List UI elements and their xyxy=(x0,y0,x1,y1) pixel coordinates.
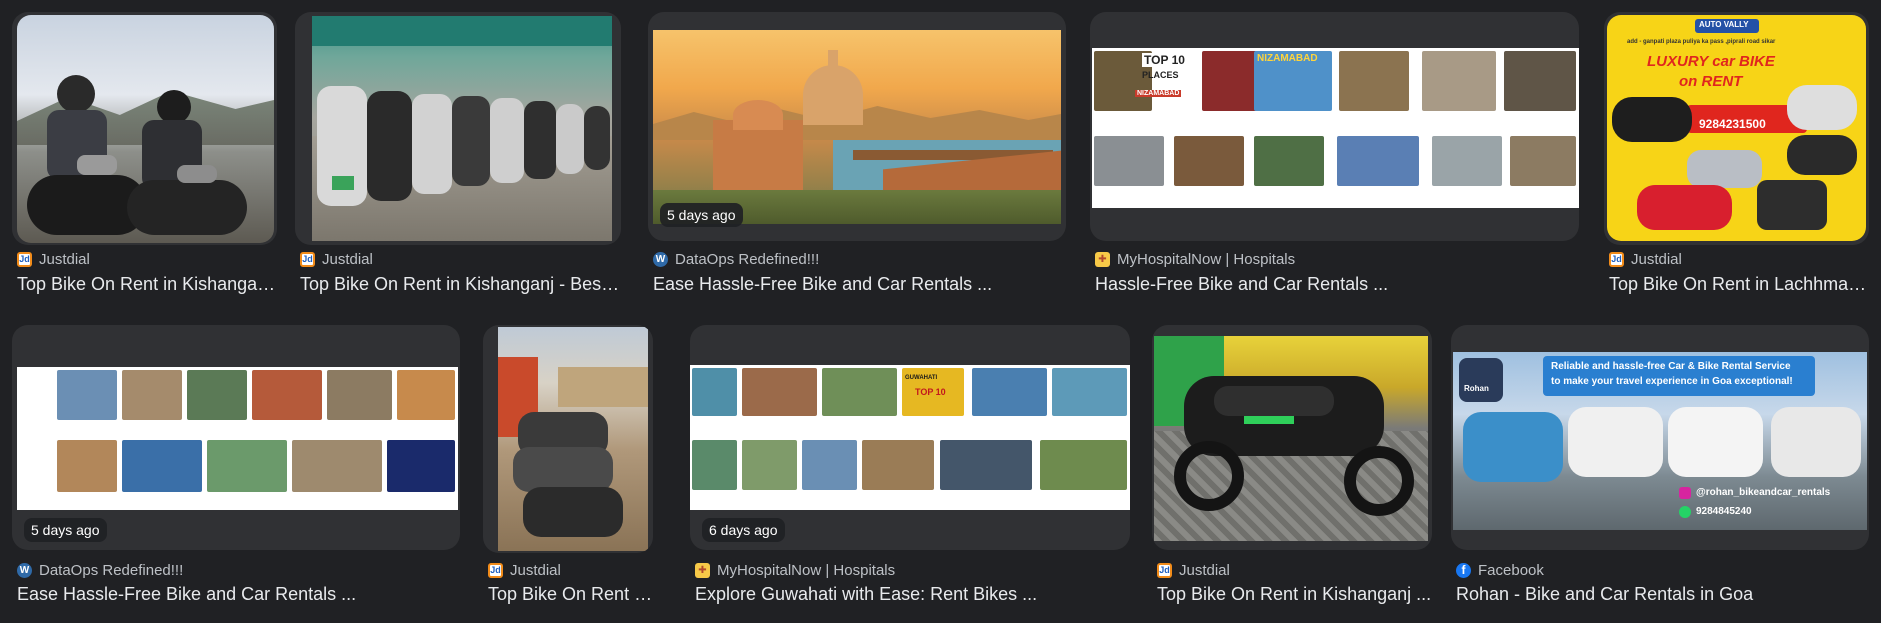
result-thumbnail[interactable]: GUWAHATI TOP 10 6 days ago xyxy=(690,325,1130,550)
image-results-grid: Jd Justdial Top Bike On Rent in Kishanga… xyxy=(0,0,1881,623)
scooters-row-image xyxy=(312,16,612,241)
result-title[interactable]: Top Bike On Rent in Kishanganj ... xyxy=(488,582,653,606)
source-name: Justdial xyxy=(1179,561,1230,579)
result-source: ✚ MyHospitalNow | Hospitals xyxy=(1095,249,1295,269)
source-name: MyHospitalNow | Hospitals xyxy=(1117,250,1296,268)
source-name: DataOps Redefined!!! xyxy=(39,561,184,579)
facebook-icon: f xyxy=(1456,562,1471,578)
source-name: Justdial xyxy=(510,561,561,579)
justdial-icon: Jd xyxy=(17,251,32,267)
result-thumbnail[interactable]: Rohan Reliable and hassle-free Car & Bik… xyxy=(1451,325,1869,550)
image-result-card[interactable]: AUTO VALLY add - ganpati plaza puliya ka… xyxy=(1604,12,1869,300)
rental-poster-image: AUTO VALLY add - ganpati plaza puliya ka… xyxy=(1607,15,1866,241)
result-thumbnail[interactable] xyxy=(483,325,653,553)
justdial-icon: Jd xyxy=(1609,251,1624,267)
source-name: Justdial xyxy=(1631,250,1682,268)
image-result-card[interactable]: TOP 10 PLACES NIZAMABAD NIZAMABAD ✚ MyHo… xyxy=(1090,12,1579,300)
motorcycle-image xyxy=(1154,336,1428,541)
source-name: Justdial xyxy=(322,250,373,268)
result-title[interactable]: Top Bike On Rent in Kishanganj ... xyxy=(1157,582,1432,606)
result-thumbnail[interactable]: 5 days ago xyxy=(12,325,460,550)
result-source: W DataOps Redefined!!! xyxy=(653,249,819,269)
age-badge: 6 days ago xyxy=(702,518,785,542)
result-thumbnail[interactable] xyxy=(295,12,621,245)
city-illustration-image xyxy=(653,30,1061,224)
image-result-card[interactable]: GUWAHATI TOP 10 6 days ago ✚ MyHospitalN… xyxy=(690,325,1130,613)
result-thumbnail[interactable] xyxy=(12,12,277,245)
result-source: Jd Justdial xyxy=(1157,560,1230,580)
result-source: Jd Justdial xyxy=(1609,249,1682,269)
car-rental-banner-image: Rohan Reliable and hassle-free Car & Bik… xyxy=(1453,352,1867,530)
wordpress-icon: W xyxy=(17,562,32,578)
justdial-icon: Jd xyxy=(1157,562,1172,578)
image-result-card[interactable]: Jd Justdial Top Bike On Rent in Kishanga… xyxy=(295,12,621,300)
result-title[interactable]: Ease Hassle-Free Bike and Car Rentals ..… xyxy=(17,582,457,606)
myhospitalnow-icon: ✚ xyxy=(695,562,710,578)
result-source: Jd Justdial xyxy=(300,249,373,269)
result-title[interactable]: Top Bike On Rent in Kishanganj - Best ..… xyxy=(17,272,277,296)
justdial-icon: Jd xyxy=(488,562,503,578)
result-source: Jd Justdial xyxy=(488,560,561,580)
result-title[interactable]: Top Bike On Rent in Kishanganj - Best ..… xyxy=(300,272,620,296)
source-name: MyHospitalNow | Hospitals xyxy=(717,561,896,579)
source-name: Facebook xyxy=(1478,561,1544,579)
image-result-card[interactable]: Jd Justdial Top Bike On Rent in Kishanga… xyxy=(12,12,277,300)
source-name: DataOps Redefined!!! xyxy=(675,250,820,268)
image-result-card[interactable]: Jd Justdial Top Bike On Rent in Kishanga… xyxy=(483,325,653,613)
result-source: Jd Justdial xyxy=(17,249,90,269)
result-source: ✚ MyHospitalNow | Hospitals xyxy=(695,560,895,580)
age-badge: 5 days ago xyxy=(24,518,107,542)
places-collage-image xyxy=(17,367,458,510)
result-thumbnail[interactable]: AUTO VALLY add - ganpati plaza puliya ka… xyxy=(1604,12,1869,245)
places-collage-image: TOP 10 PLACES NIZAMABAD NIZAMABAD xyxy=(1092,48,1579,208)
wordpress-icon: W xyxy=(653,251,668,267)
image-result-card[interactable]: Rohan Reliable and hassle-free Car & Bik… xyxy=(1451,325,1869,613)
bike-riders-image xyxy=(17,15,274,243)
result-source: W DataOps Redefined!!! xyxy=(17,560,183,580)
result-source: f Facebook xyxy=(1456,560,1544,580)
image-result-card[interactable]: 5 days ago W DataOps Redefined!!! Ease H… xyxy=(648,12,1066,300)
source-name: Justdial xyxy=(39,250,90,268)
parked-scooters-image xyxy=(498,327,648,551)
image-result-card[interactable]: 5 days ago W DataOps Redefined!!! Ease H… xyxy=(12,325,460,613)
result-title[interactable]: Rohan - Bike and Car Rentals in Goa xyxy=(1456,582,1866,606)
myhospitalnow-icon: ✚ xyxy=(1095,251,1110,267)
result-title[interactable]: Explore Guwahati with Ease: Rent Bikes .… xyxy=(695,582,1130,606)
result-title[interactable]: Top Bike On Rent in Lachhmangarh ... xyxy=(1609,272,1869,296)
result-title[interactable]: Hassle-Free Bike and Car Rentals ... xyxy=(1095,272,1575,296)
age-badge: 5 days ago xyxy=(660,203,743,227)
image-result-card[interactable]: Jd Justdial Top Bike On Rent in Kishanga… xyxy=(1152,325,1432,613)
justdial-icon: Jd xyxy=(300,251,315,267)
result-title[interactable]: Ease Hassle-Free Bike and Car Rentals ..… xyxy=(653,272,1063,296)
result-thumbnail[interactable]: TOP 10 PLACES NIZAMABAD NIZAMABAD xyxy=(1090,12,1579,241)
result-thumbnail[interactable] xyxy=(1152,325,1432,550)
places-collage-image: GUWAHATI TOP 10 xyxy=(690,365,1130,510)
result-thumbnail[interactable]: 5 days ago xyxy=(648,12,1066,241)
